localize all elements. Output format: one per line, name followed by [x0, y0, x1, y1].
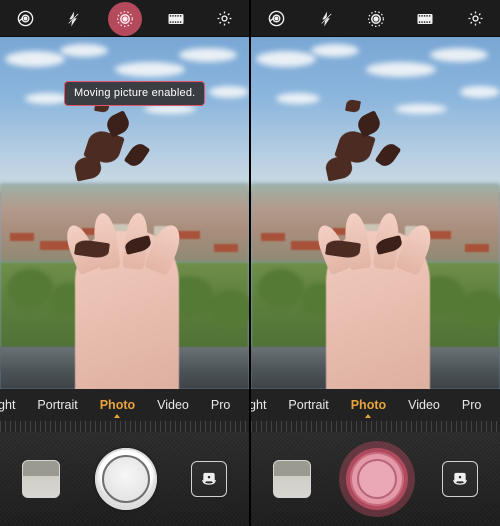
capture-controls-left	[0, 432, 249, 526]
mode-portrait[interactable]: Portrait	[26, 398, 88, 412]
shutter-inner-ring	[101, 455, 150, 503]
cloud	[59, 44, 108, 58]
flash-off-icon[interactable]	[313, 6, 339, 32]
mode-more[interactable]: M	[241, 398, 249, 412]
gear-icon[interactable]	[462, 6, 488, 32]
mode-more[interactable]: M	[492, 398, 500, 412]
shutter-button[interactable]	[94, 448, 157, 510]
switch-camera-icon[interactable]	[442, 461, 478, 497]
selected-mode-indicator	[114, 414, 121, 418]
mode-video[interactable]: Video	[146, 398, 200, 412]
cloud	[395, 103, 448, 114]
cloud	[179, 47, 238, 62]
mode-pro[interactable]: Pro	[451, 398, 492, 412]
cloud	[430, 47, 489, 62]
mode-photo[interactable]: Photo	[340, 398, 397, 418]
dual-screenshot-comparison: Moving picture enabled. Night Portrait P…	[0, 0, 500, 526]
switch-camera-icon[interactable]	[191, 461, 227, 497]
top-toolbar-left	[0, 0, 249, 37]
mode-video[interactable]: Video	[397, 398, 451, 412]
mode-list[interactable]: Night Portrait Photo Video Pro M	[251, 389, 500, 421]
moving-picture-icon[interactable]	[107, 1, 142, 36]
lens-aperture-icon[interactable]	[12, 6, 38, 32]
viewfinder-preview-right[interactable]	[251, 37, 500, 389]
camera-panel-left: Moving picture enabled. Night Portrait P…	[0, 0, 249, 526]
mode-selector-left: Night Portrait Photo Video Pro M	[0, 389, 249, 432]
mode-selector-right: Night Portrait Photo Video Pro M	[251, 389, 500, 432]
toast-text: Moving picture enabled.	[74, 87, 196, 99]
cloud	[365, 61, 436, 77]
mode-pro[interactable]: Pro	[200, 398, 241, 412]
film-strip-icon[interactable]	[163, 6, 189, 32]
mode-ruler-ticks	[0, 421, 249, 432]
gear-icon[interactable]	[211, 6, 237, 32]
moving-picture-icon[interactable]	[363, 6, 389, 32]
moving-picture-toast: Moving picture enabled.	[64, 81, 206, 106]
gallery-thumbnail[interactable]	[273, 460, 311, 498]
cloud	[310, 44, 359, 58]
shutter-outer-ring	[351, 454, 402, 504]
cloud	[4, 51, 65, 68]
mode-list[interactable]: Night Portrait Photo Video Pro M	[0, 389, 249, 421]
shutter-inner-ring	[356, 459, 397, 499]
camera-panel-right: Night Portrait Photo Video Pro M	[251, 0, 500, 526]
lens-aperture-icon[interactable]	[263, 6, 289, 32]
mode-ruler-ticks	[251, 421, 500, 432]
shutter-button[interactable]	[345, 448, 408, 510]
top-toolbar-right	[251, 0, 500, 37]
capture-controls-right	[251, 432, 500, 526]
mode-night[interactable]: Night	[0, 398, 26, 412]
selected-mode-indicator	[365, 414, 372, 418]
cloud	[114, 61, 185, 77]
cloud	[255, 51, 316, 68]
film-strip-icon[interactable]	[412, 6, 438, 32]
gallery-thumbnail[interactable]	[22, 460, 60, 498]
viewfinder-preview-left[interactable]: Moving picture enabled.	[0, 37, 249, 389]
mode-night[interactable]: Night	[251, 398, 277, 412]
flash-off-icon[interactable]	[60, 6, 86, 32]
mode-portrait[interactable]: Portrait	[277, 398, 339, 412]
mode-photo[interactable]: Photo	[89, 398, 146, 418]
